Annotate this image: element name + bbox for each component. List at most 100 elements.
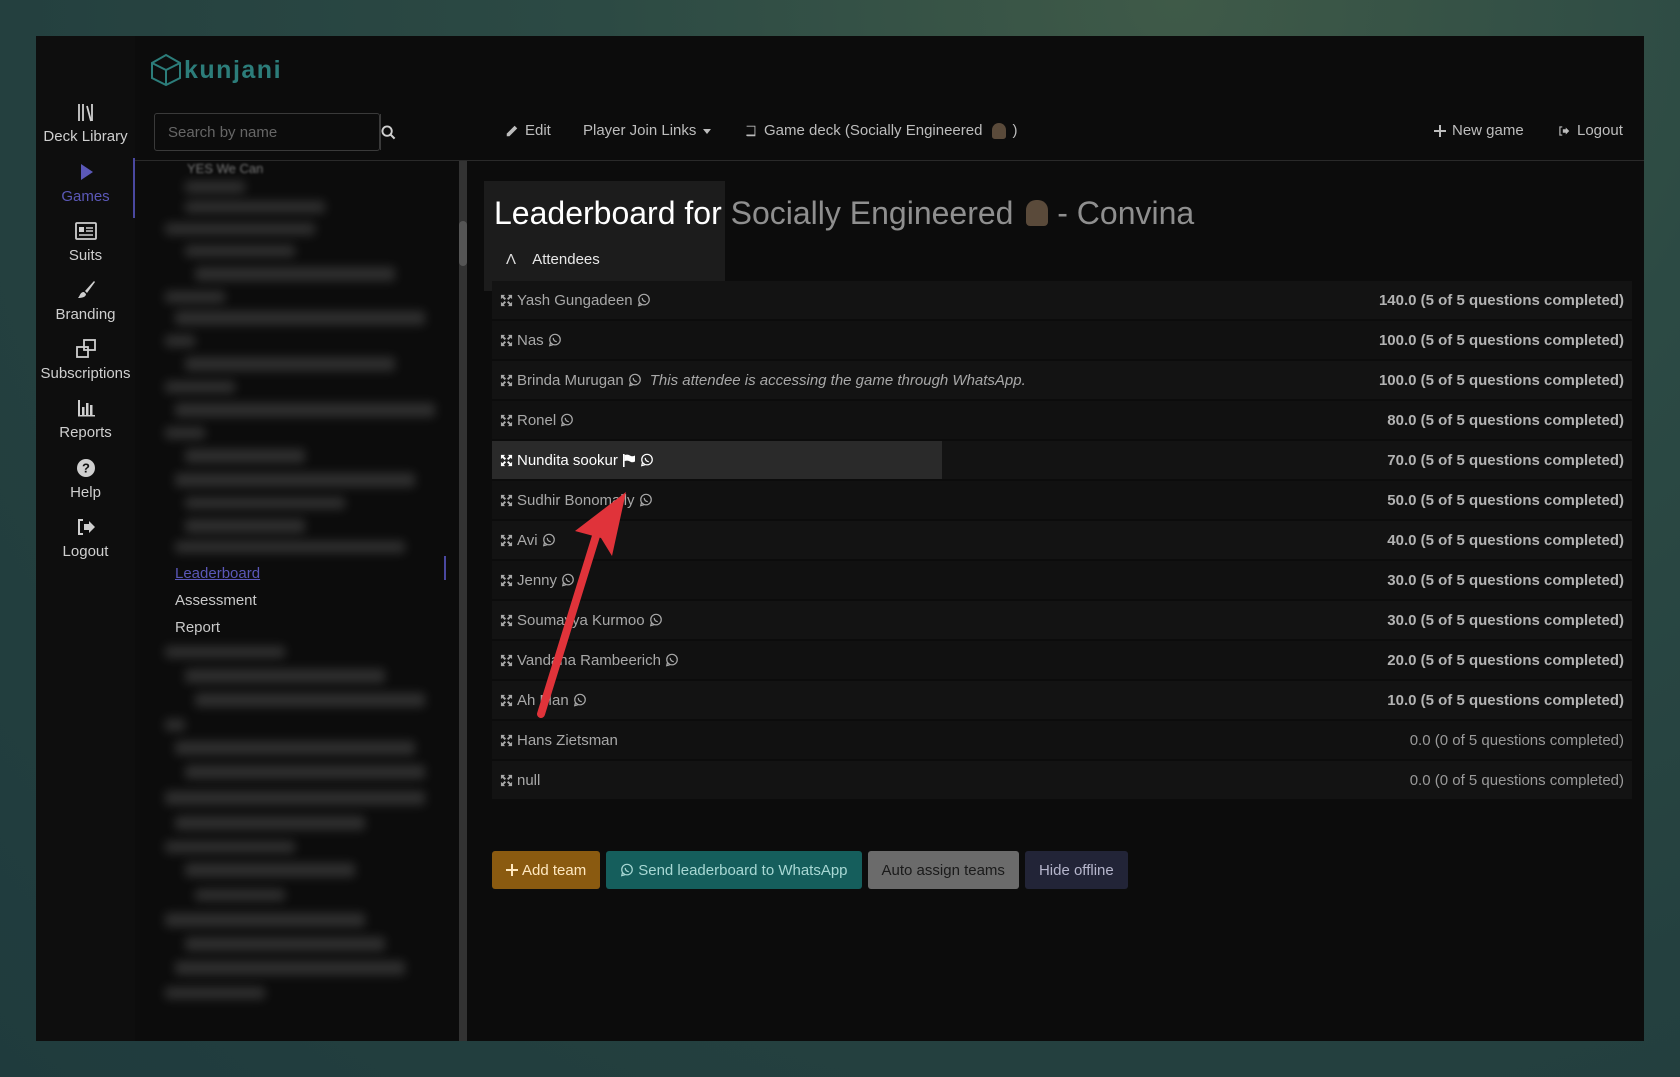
whatsapp-icon xyxy=(628,373,641,387)
book-icon xyxy=(746,125,756,136)
rail-item-games[interactable]: Games xyxy=(36,160,135,205)
player-join-links-dropdown[interactable]: Player Join Links xyxy=(583,122,712,139)
attendee-score: 0.0 (0 of 5 questions completed) xyxy=(1409,731,1624,749)
expand-icon[interactable] xyxy=(500,294,513,307)
person-emoji-icon xyxy=(1026,200,1049,226)
expand-icon[interactable] xyxy=(500,654,513,667)
expand-icon[interactable] xyxy=(500,374,513,387)
expand-icon[interactable] xyxy=(500,734,513,747)
attendee-row[interactable]: Avi 40.0 (5 of 5 questions completed) xyxy=(492,521,1632,559)
brand-logo[interactable]: kunjani xyxy=(150,50,282,90)
attendee-name-cell: Jenny xyxy=(500,572,575,589)
attendee-row[interactable]: Hans Zietsman 0.0 (0 of 5 questions compl… xyxy=(492,721,1632,759)
attendee-name-cell: Vandana Rambeerich xyxy=(500,652,679,669)
title-deck: Socially Engineered xyxy=(730,195,1014,231)
app-window: Deck Library Games Suits Branding Subscr… xyxy=(36,36,1644,1041)
chevron-up-icon: Λ xyxy=(506,251,517,268)
rail-item-help[interactable]: ? Help xyxy=(36,456,135,501)
expand-icon[interactable] xyxy=(500,614,513,627)
attendee-name: Avi xyxy=(517,531,538,549)
attendee-name: Jenny xyxy=(517,571,558,589)
expand-icon[interactable] xyxy=(500,574,513,587)
attendees-toggle[interactable]: Λ Attendees xyxy=(506,251,600,268)
rail-item-subscriptions[interactable]: Subscriptions xyxy=(36,337,135,382)
search-icon xyxy=(381,124,396,139)
whatsapp-icon xyxy=(639,493,652,507)
expand-icon[interactable] xyxy=(500,454,513,467)
attendee-row[interactable]: Yash Gungadeen 140.0 (5 of 5 questions co… xyxy=(492,281,1632,319)
rail-item-deck-library[interactable]: Deck Library xyxy=(36,100,135,145)
attendee-name: Brinda Murugan xyxy=(517,371,624,389)
new-game-label: New game xyxy=(1452,122,1524,139)
attendee-score: 30.0 (5 of 5 questions completed) xyxy=(1387,611,1624,629)
rail-label: Games xyxy=(61,188,110,205)
rail-item-branding[interactable]: Branding xyxy=(36,278,135,323)
attendee-row[interactable]: Ronel 80.0 (5 of 5 questions completed) xyxy=(492,401,1632,439)
attendee-name-cell: Avi xyxy=(500,532,556,549)
title-suffix: - Convina xyxy=(1057,195,1195,231)
attendee-row[interactable]: Ah Man 10.0 (5 of 5 questions completed) xyxy=(492,681,1632,719)
tree-link-report[interactable]: Report xyxy=(175,619,220,636)
hide-offline-button[interactable]: Hide offline xyxy=(1024,851,1128,889)
attendee-score: 140.0 (5 of 5 questions completed) xyxy=(1378,291,1624,309)
whatsapp-icon xyxy=(640,453,653,467)
attendee-row[interactable]: Jenny 30.0 (5 of 5 questions completed) xyxy=(492,561,1632,599)
attendee-name-cell: Ah Man xyxy=(500,692,587,709)
attendee-score: 20.0 (5 of 5 questions completed) xyxy=(1387,651,1624,669)
rail-item-reports[interactable]: Reports xyxy=(36,396,135,441)
attendee-name-cell: Nundita sookur xyxy=(500,452,654,469)
left-rail: Deck Library Games Suits Branding Subscr… xyxy=(36,36,135,1041)
attendee-name: Soumayya Kurmoo xyxy=(517,611,645,629)
tree-scroll-thumb[interactable] xyxy=(459,221,467,266)
tree-top-item[interactable]: YES We Can xyxy=(187,161,263,176)
logout-icon xyxy=(77,519,95,535)
auto-assign-label: Auto assign teams xyxy=(881,861,1005,879)
expand-icon[interactable] xyxy=(500,774,513,787)
game-deck-link[interactable]: Game deck (Socially Engineered ) xyxy=(744,122,1017,139)
edit-label: Edit xyxy=(525,122,551,139)
attendee-row[interactable]: Brinda Murugan This attendee is accessing… xyxy=(492,361,1632,399)
rail-label: Subscriptions xyxy=(40,365,131,382)
brush-icon xyxy=(77,281,95,298)
attendee-score: 10.0 (5 of 5 questions completed) xyxy=(1387,691,1624,709)
tree-link-assessment[interactable]: Assessment xyxy=(175,592,257,609)
attendee-name-cell: null xyxy=(500,772,540,789)
attendee-name-cell: Soumayya Kurmoo xyxy=(500,612,663,629)
whatsapp-icon xyxy=(573,693,586,707)
attendee-row[interactable]: Sudhir Bonomally 50.0 (5 of 5 questions c… xyxy=(492,481,1632,519)
attendee-name-cell: Sudhir Bonomally xyxy=(500,492,653,509)
attendee-row[interactable]: Soumayya Kurmoo 30.0 (5 of 5 questions co… xyxy=(492,601,1632,639)
rail-label: Suits xyxy=(68,247,103,264)
flag-icon xyxy=(622,453,635,467)
send-whatsapp-button[interactable]: Send leaderboard to WhatsApp xyxy=(606,851,862,889)
edit-link[interactable]: Edit xyxy=(505,122,551,139)
attendee-name: Hans Zietsman xyxy=(517,731,618,749)
whatsapp-icon xyxy=(548,333,561,347)
rail-item-logout[interactable]: Logout xyxy=(36,515,135,560)
expand-icon[interactable] xyxy=(500,414,513,427)
attendee-row[interactable]: Nas 100.0 (5 of 5 questions completed) xyxy=(492,321,1632,359)
tree-link-leaderboard[interactable]: Leaderboard xyxy=(175,565,260,582)
add-team-button[interactable]: Add team xyxy=(492,851,601,889)
plus-icon xyxy=(506,864,518,876)
attendee-name: Ah Man xyxy=(517,691,569,709)
tree-scrollbar[interactable] xyxy=(459,161,467,1041)
expand-icon[interactable] xyxy=(500,494,513,507)
expand-icon[interactable] xyxy=(500,694,513,707)
hide-offline-label: Hide offline xyxy=(1038,861,1114,879)
auto-assign-teams-button[interactable]: Auto assign teams xyxy=(867,851,1019,889)
subscriptions-icon xyxy=(75,339,96,358)
attendee-name-cell: Brinda Murugan This attendee is accessing… xyxy=(500,372,1026,389)
search-button[interactable] xyxy=(380,114,396,150)
search-input[interactable] xyxy=(155,114,380,150)
attendee-name-cell: Hans Zietsman xyxy=(500,732,618,749)
new-game-link[interactable]: New game xyxy=(1434,122,1524,139)
attendee-row[interactable]: Vandana Rambeerich 20.0 (5 of 5 questions… xyxy=(492,641,1632,679)
top-logout-link[interactable]: Logout xyxy=(1557,122,1623,139)
rail-item-suits[interactable]: Suits xyxy=(36,219,135,264)
expand-icon[interactable] xyxy=(500,334,513,347)
whatsapp-icon xyxy=(561,413,574,427)
attendee-row[interactable]: null 0.0 (0 of 5 questions completed) xyxy=(492,761,1632,799)
attendee-row[interactable]: Nundita sookur 70.0 (5 of 5 questions com… xyxy=(492,441,1632,479)
expand-icon[interactable] xyxy=(500,534,513,547)
